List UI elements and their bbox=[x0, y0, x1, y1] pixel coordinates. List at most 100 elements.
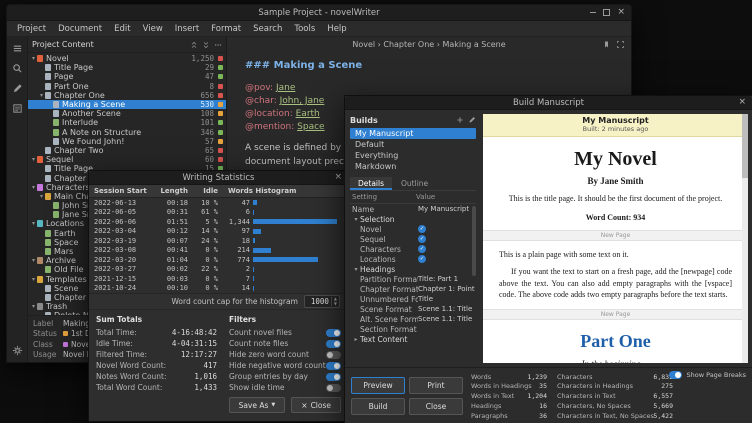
tree-item[interactable]: Another Scene108 bbox=[28, 109, 226, 118]
build-list-item[interactable]: Default bbox=[350, 139, 476, 150]
tree-item[interactable]: Chapter Two65 bbox=[28, 146, 226, 155]
setting-row[interactable]: Alt. Scene FormatScene 1.1: Title bbox=[350, 314, 476, 324]
toggle-switch-icon[interactable] bbox=[326, 384, 341, 392]
tab-details[interactable]: Details bbox=[350, 177, 392, 190]
spinner-arrows-icon[interactable]: ▲▼ bbox=[331, 297, 339, 306]
menu-item-view[interactable]: View bbox=[137, 24, 169, 34]
build-list-item[interactable]: My Manuscript bbox=[350, 128, 476, 139]
menu-item-document[interactable]: Document bbox=[52, 24, 108, 34]
settings-scrollbar[interactable] bbox=[472, 206, 476, 276]
menu-item-insert[interactable]: Insert bbox=[169, 24, 205, 34]
minimize-icon[interactable] bbox=[590, 12, 596, 13]
tree-item[interactable]: A Note on Structure346 bbox=[28, 128, 226, 137]
tree-caret-icon[interactable]: ▾ bbox=[30, 156, 37, 163]
setting-row[interactable]: NameMy Manuscript bbox=[350, 204, 476, 214]
setting-row[interactable]: ▾Selection bbox=[350, 214, 476, 224]
toggle-switch-icon[interactable] bbox=[326, 340, 341, 348]
session-row[interactable]: 2022-06-1300:1810 %47 bbox=[89, 198, 348, 208]
build-list-item[interactable]: Everything bbox=[350, 150, 476, 161]
checked-icon[interactable]: ✓ bbox=[418, 255, 426, 263]
group-caret-icon[interactable]: ▾ bbox=[352, 266, 360, 273]
setting-row[interactable]: Characters✓ bbox=[350, 244, 476, 254]
menu-item-search[interactable]: Search bbox=[247, 24, 288, 34]
tree-item[interactable]: Title Page29 bbox=[28, 63, 226, 72]
build-titlebar[interactable]: Build Manuscript × bbox=[345, 96, 752, 110]
group-caret-icon[interactable]: ▾ bbox=[352, 216, 360, 223]
tree-item[interactable]: Page47 bbox=[28, 72, 226, 81]
search-icon[interactable] bbox=[12, 63, 23, 74]
session-row[interactable]: 2021-10-2400:100 %14 bbox=[89, 284, 348, 294]
menu-item-edit[interactable]: Edit bbox=[108, 24, 136, 34]
collapse-all-icon[interactable] bbox=[202, 41, 210, 49]
group-caret-icon[interactable]: ▸ bbox=[352, 336, 360, 343]
col-idle[interactable]: Idle bbox=[188, 187, 218, 195]
breadcrumb[interactable]: Novel › Chapter One › Making a Scene bbox=[352, 40, 505, 49]
tab-outline[interactable]: Outline bbox=[393, 177, 436, 190]
tree-item[interactable]: Interlude101 bbox=[28, 118, 226, 127]
session-row[interactable]: 2022-06-0601:515 %1,344 bbox=[89, 217, 348, 227]
build-button[interactable]: Build bbox=[351, 398, 405, 415]
add-build-icon[interactable] bbox=[456, 116, 464, 124]
toggle-switch-icon[interactable] bbox=[326, 362, 341, 370]
session-row[interactable]: 2021-12-1500:030 %7 bbox=[89, 274, 348, 284]
session-row[interactable]: 2022-03-1900:0724 %18 bbox=[89, 236, 348, 246]
menu-item-help[interactable]: Help bbox=[321, 24, 352, 34]
close-icon[interactable]: × bbox=[738, 98, 746, 107]
edit-icon[interactable] bbox=[12, 83, 23, 94]
tree-caret-icon[interactable]: ▾ bbox=[30, 55, 37, 62]
close-icon[interactable]: × bbox=[334, 173, 342, 182]
col-words-histogram[interactable]: Words Histogram bbox=[218, 187, 348, 195]
preview-scrollbar[interactable] bbox=[742, 114, 748, 363]
setting-row[interactable]: ▾Headings bbox=[350, 264, 476, 274]
menu-item-tools[interactable]: Tools bbox=[288, 24, 321, 34]
setting-row[interactable]: Unnumbered Fo...Title bbox=[350, 294, 476, 304]
col-session-start[interactable]: Session Start bbox=[89, 187, 156, 195]
more-icon[interactable] bbox=[214, 41, 222, 49]
tree-caret-icon[interactable]: ▾ bbox=[30, 184, 37, 191]
settings-icon[interactable] bbox=[12, 345, 23, 356]
session-row[interactable]: 2022-03-2001:040 %774 bbox=[89, 255, 348, 265]
show-page-breaks-toggle[interactable]: Show Page Breaks bbox=[669, 371, 746, 379]
maximize-icon[interactable] bbox=[603, 9, 610, 16]
menu-item-project[interactable]: Project bbox=[11, 24, 52, 34]
setting-row[interactable]: Chapter FormatChapter 1: Point bbox=[350, 284, 476, 294]
session-row[interactable]: 2022-03-0400:1214 %97 bbox=[89, 227, 348, 237]
tree-caret-icon[interactable]: ▾ bbox=[30, 303, 37, 310]
session-row[interactable]: 2022-03-2700:0222 %2 bbox=[89, 265, 348, 275]
close-button[interactable]: Close bbox=[409, 398, 463, 415]
tree-caret-icon[interactable]: ▾ bbox=[38, 92, 45, 99]
setting-row[interactable]: Novel✓ bbox=[350, 224, 476, 234]
setting-row[interactable]: Partition FormatTitle: Part 1 bbox=[350, 274, 476, 284]
outline-icon[interactable] bbox=[12, 103, 23, 114]
toggle-switch-icon[interactable] bbox=[326, 373, 341, 381]
expand-all-icon[interactable] bbox=[190, 41, 198, 49]
save-as-button[interactable]: Save As▼ bbox=[229, 397, 286, 413]
toggle-switch-icon[interactable] bbox=[326, 351, 341, 359]
stats-titlebar[interactable]: Writing Statistics × bbox=[89, 171, 348, 185]
session-row[interactable]: 2022-06-0500:3161 %6 bbox=[89, 208, 348, 218]
maximize-view-icon[interactable] bbox=[616, 40, 625, 49]
print-button[interactable]: Print bbox=[409, 377, 463, 394]
histogram-cap-spinner[interactable]: 1000 ▲▼ bbox=[304, 295, 340, 308]
histogram-cap-value[interactable]: 1000 bbox=[305, 297, 331, 306]
keyword-value[interactable]: Earth bbox=[296, 109, 320, 119]
main-titlebar[interactable]: Sample Project - novelWriter × bbox=[7, 5, 631, 21]
setting-row[interactable]: ▸Text Content bbox=[350, 334, 476, 344]
tree-item[interactable]: Making a Scene530 bbox=[28, 100, 226, 109]
preview-scrollbar-thumb[interactable] bbox=[742, 114, 748, 178]
tree-item[interactable]: We Found John!57 bbox=[28, 137, 226, 146]
setting-row[interactable]: Section Format bbox=[350, 324, 476, 334]
col-length[interactable]: Length bbox=[156, 187, 188, 195]
checked-icon[interactable]: ✓ bbox=[418, 245, 426, 253]
edit-build-icon[interactable] bbox=[468, 116, 476, 124]
bookmark-icon[interactable] bbox=[602, 40, 611, 49]
keyword-value[interactable]: Jane bbox=[276, 83, 295, 93]
menu-item-format[interactable]: Format bbox=[205, 24, 247, 34]
preview-button[interactable]: Preview bbox=[351, 377, 405, 394]
checked-icon[interactable]: ✓ bbox=[418, 235, 426, 243]
keyword-value[interactable]: John, Jane bbox=[280, 96, 325, 106]
tree-item[interactable]: ▾Chapter One656 bbox=[28, 91, 226, 100]
tree-caret-icon[interactable]: ▾ bbox=[30, 276, 37, 283]
close-icon[interactable]: × bbox=[617, 8, 625, 17]
checked-icon[interactable]: ✓ bbox=[418, 225, 426, 233]
